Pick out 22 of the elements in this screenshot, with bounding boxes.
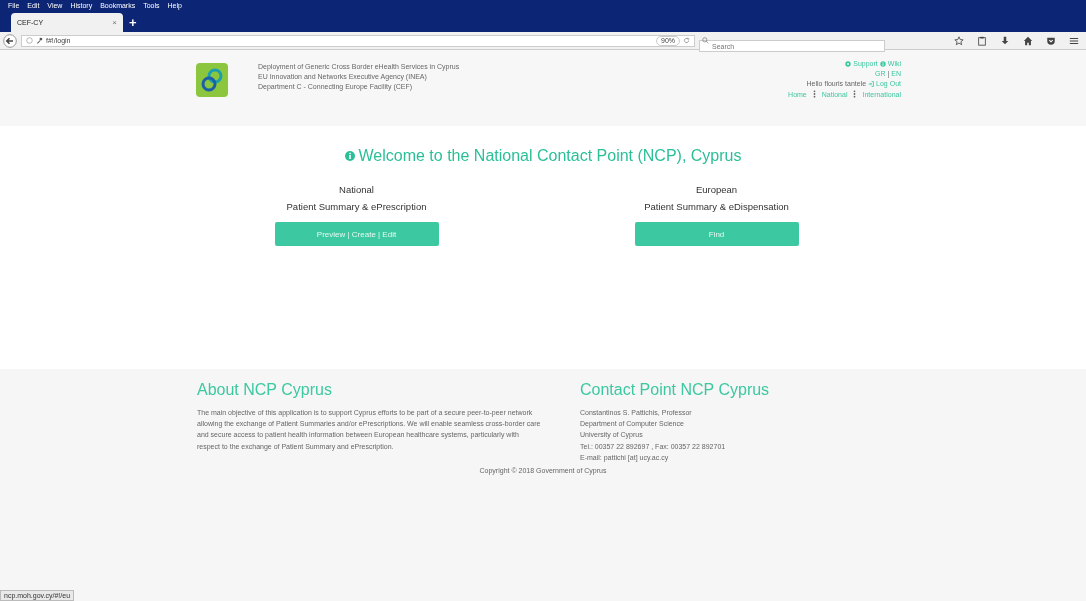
clipboard-icon[interactable]	[977, 35, 987, 46]
back-icon[interactable]	[3, 33, 17, 48]
home-icon[interactable]	[1023, 35, 1033, 46]
service-title: European	[695, 184, 738, 195]
logo-icon	[196, 63, 228, 97]
search-icon	[702, 37, 709, 44]
service-subtitle: Patient Summary & ePrescription	[286, 201, 427, 212]
about-heading: About NCP Cyprus	[197, 381, 333, 399]
download-icon[interactable]	[1000, 35, 1010, 46]
new-tab-button[interactable]: +	[129, 13, 137, 32]
key-icon[interactable]	[36, 37, 43, 44]
menu-icon[interactable]	[1069, 35, 1079, 46]
pocket-icon[interactable]	[1046, 35, 1056, 46]
star-icon[interactable]	[954, 35, 964, 46]
dots-icon	[812, 90, 816, 98]
logout-icon	[868, 80, 875, 87]
contact-heading: Contact Point NCP Cyprus	[580, 381, 770, 399]
service-subtitle: Patient Summary & eDispensation	[644, 201, 789, 212]
gear-icon	[845, 60, 852, 67]
dots-icon	[853, 90, 857, 98]
welcome-heading: Welcome to the National Contact Point (NCP), Cyprus	[358, 147, 742, 165]
service-title: National	[339, 184, 374, 195]
